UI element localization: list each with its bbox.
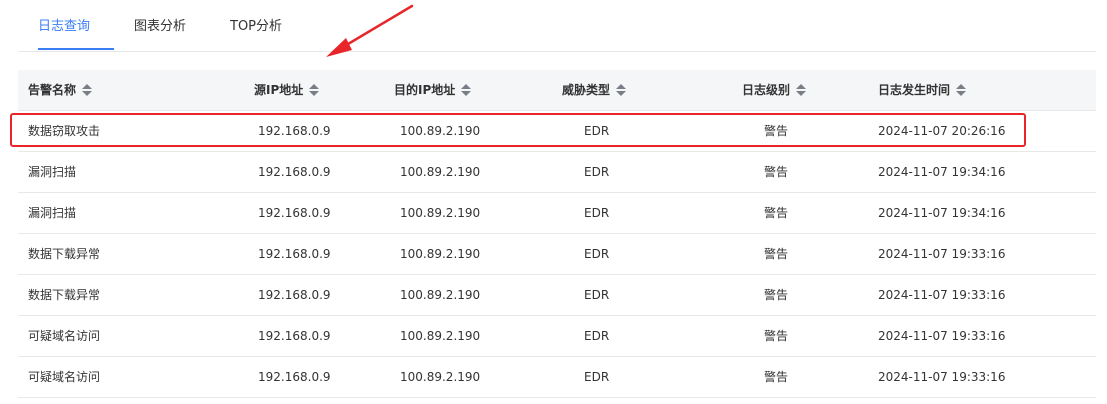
cell-log-level: 警告 <box>764 288 789 302</box>
sort-caret-icon[interactable] <box>309 84 320 96</box>
cell-threat-type: EDR <box>584 206 610 220</box>
cell-log-level: 警告 <box>764 124 789 138</box>
table-row[interactable]: 漏洞扫描 192.168.0.9 100.89.2.190 EDR 警告 202… <box>18 193 1096 234</box>
table-row[interactable]: 可疑域名访问 192.168.0.9 100.89.2.190 EDR 警告 2… <box>18 316 1096 357</box>
column-label: 日志级别 <box>742 83 791 97</box>
cell-alert-name: 数据下载异常 <box>28 247 101 261</box>
sort-caret-icon[interactable] <box>796 84 807 96</box>
column-header-log-level[interactable]: 日志级别 <box>742 70 807 110</box>
cell-threat-type: EDR <box>584 165 610 179</box>
cell-alert-name: 数据下载异常 <box>28 288 101 302</box>
table-row[interactable]: 数据下载异常 192.168.0.9 100.89.2.190 EDR 警告 2… <box>18 234 1096 275</box>
cell-log-level: 警告 <box>764 247 789 261</box>
column-label: 威胁类型 <box>562 83 611 97</box>
cell-source-ip: 192.168.0.9 <box>258 124 331 138</box>
cell-source-ip: 192.168.0.9 <box>258 288 331 302</box>
cell-log-level: 警告 <box>764 370 789 384</box>
table-row[interactable]: 漏洞扫描 192.168.0.9 100.89.2.190 EDR 警告 202… <box>18 152 1096 193</box>
column-header-log-time[interactable]: 日志发生时间 <box>878 70 967 110</box>
table-row[interactable]: 数据窃取攻击 192.168.0.9 100.89.2.190 EDR 警告 2… <box>18 111 1096 152</box>
cell-log-level: 警告 <box>764 329 789 343</box>
cell-threat-type: EDR <box>584 247 610 261</box>
cell-threat-type: EDR <box>584 288 610 302</box>
cell-destination-ip: 100.89.2.190 <box>400 206 481 220</box>
cell-alert-name: 漏洞扫描 <box>28 206 77 220</box>
column-header-source-ip[interactable]: 源IP地址 <box>254 70 320 110</box>
cell-alert-name: 漏洞扫描 <box>28 165 77 179</box>
cell-threat-type: EDR <box>584 124 610 138</box>
column-header-threat-type[interactable]: 威胁类型 <box>562 70 627 110</box>
table-row[interactable]: 数据下载异常 192.168.0.9 100.89.2.190 EDR 警告 2… <box>18 275 1096 316</box>
cell-log-time: 2024-11-07 19:34:16 <box>878 165 1006 179</box>
cell-log-time: 2024-11-07 19:33:16 <box>878 370 1006 384</box>
log-query-page: 日志查询 图表分析 TOP分析 告警名称 源IP地址 目的IP地址 威胁类型 日… <box>0 0 1107 404</box>
cell-destination-ip: 100.89.2.190 <box>400 370 481 384</box>
column-header-destination-ip[interactable]: 目的IP地址 <box>394 70 472 110</box>
sort-caret-icon[interactable] <box>82 84 93 96</box>
tab-bar: 日志查询 图表分析 TOP分析 <box>18 0 1096 52</box>
cell-log-time: 2024-11-07 20:26:16 <box>878 124 1006 138</box>
column-label: 日志发生时间 <box>878 83 951 97</box>
tab-chart-analysis[interactable]: 图表分析 <box>134 18 186 36</box>
cell-source-ip: 192.168.0.9 <box>258 329 331 343</box>
table-row[interactable]: 可疑域名访问 192.168.0.9 100.89.2.190 EDR 警告 2… <box>18 357 1096 398</box>
tab-top-analysis[interactable]: TOP分析 <box>230 18 282 36</box>
cell-destination-ip: 100.89.2.190 <box>400 329 481 343</box>
log-table: 告警名称 源IP地址 目的IP地址 威胁类型 日志级别 日志发生时间 数据窃取攻… <box>18 70 1096 398</box>
cell-threat-type: EDR <box>584 329 610 343</box>
table-header: 告警名称 源IP地址 目的IP地址 威胁类型 日志级别 日志发生时间 <box>18 70 1096 111</box>
cell-log-time: 2024-11-07 19:34:16 <box>878 206 1006 220</box>
cell-log-time: 2024-11-07 19:33:16 <box>878 329 1006 343</box>
sort-caret-icon[interactable] <box>956 84 967 96</box>
cell-source-ip: 192.168.0.9 <box>258 247 331 261</box>
column-label: 告警名称 <box>28 83 77 97</box>
cell-alert-name: 数据窃取攻击 <box>28 124 101 138</box>
cell-threat-type: EDR <box>584 370 610 384</box>
sort-caret-icon[interactable] <box>461 84 472 96</box>
cell-alert-name: 可疑域名访问 <box>28 329 101 343</box>
cell-destination-ip: 100.89.2.190 <box>400 165 481 179</box>
cell-source-ip: 192.168.0.9 <box>258 206 331 220</box>
column-label: 源IP地址 <box>254 83 304 97</box>
sort-caret-icon[interactable] <box>616 84 627 96</box>
active-tab-indicator <box>38 48 114 50</box>
cell-destination-ip: 100.89.2.190 <box>400 288 481 302</box>
column-header-alert-name[interactable]: 告警名称 <box>28 70 93 110</box>
cell-log-level: 警告 <box>764 206 789 220</box>
cell-destination-ip: 100.89.2.190 <box>400 247 481 261</box>
cell-log-time: 2024-11-07 19:33:16 <box>878 288 1006 302</box>
column-label: 目的IP地址 <box>394 83 456 97</box>
tab-log-query[interactable]: 日志查询 <box>38 18 90 36</box>
cell-destination-ip: 100.89.2.190 <box>400 124 481 138</box>
cell-log-level: 警告 <box>764 165 789 179</box>
cell-source-ip: 192.168.0.9 <box>258 370 331 384</box>
cell-log-time: 2024-11-07 19:33:16 <box>878 247 1006 261</box>
cell-alert-name: 可疑域名访问 <box>28 370 101 384</box>
cell-source-ip: 192.168.0.9 <box>258 165 331 179</box>
